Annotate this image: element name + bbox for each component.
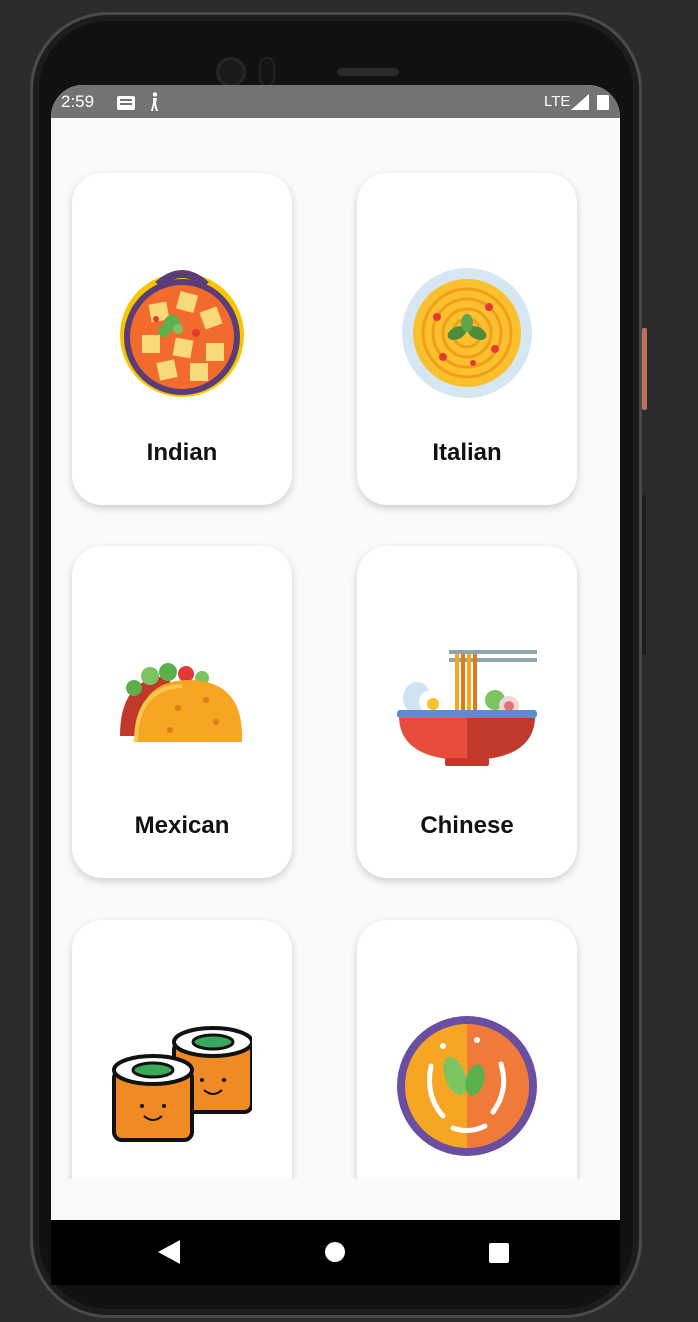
category-label: Indian xyxy=(146,439,218,466)
signal-icon xyxy=(571,94,589,115)
indian-curry-icon xyxy=(112,263,252,403)
category-grid: Indian Italian Mexican Chinese xyxy=(51,118,620,1179)
category-label: Italian xyxy=(432,439,502,466)
front-camera xyxy=(216,57,246,87)
app-screen: 2:59 LTE Indian Italian Mexican Chinese xyxy=(51,85,620,1285)
status-time: 2:59 xyxy=(61,92,95,111)
home-icon[interactable] xyxy=(325,1242,345,1262)
accessibility-icon xyxy=(149,92,161,117)
navigation-bar xyxy=(51,1220,620,1285)
soup-bowl-icon xyxy=(397,1016,537,1156)
volume-button xyxy=(642,495,646,655)
noodle-bowl-icon xyxy=(397,636,537,776)
category-card-indian[interactable]: Indian xyxy=(72,173,292,505)
sushi-roll-icon xyxy=(112,1020,254,1160)
category-label: Chinese xyxy=(420,812,514,839)
front-sensor xyxy=(259,57,275,87)
category-card-soup[interactable] xyxy=(357,920,577,1179)
earpiece-speaker xyxy=(337,68,399,76)
battery-icon xyxy=(597,94,609,115)
back-icon[interactable] xyxy=(158,1240,180,1269)
category-card-chinese[interactable]: Chinese xyxy=(357,546,577,878)
taco-icon xyxy=(112,636,252,776)
power-button xyxy=(642,328,647,410)
category-card-mexican[interactable]: Mexican xyxy=(72,546,292,878)
category-card-italian[interactable]: Italian xyxy=(357,173,577,505)
status-bar: 2:59 LTE xyxy=(51,85,620,118)
pasta-plate-icon xyxy=(397,263,537,403)
notification-icon xyxy=(117,95,135,115)
category-card-sushi[interactable] xyxy=(72,920,292,1179)
category-label: Mexican xyxy=(134,812,230,839)
network-type: LTE xyxy=(544,93,571,110)
recents-icon[interactable] xyxy=(489,1243,509,1263)
